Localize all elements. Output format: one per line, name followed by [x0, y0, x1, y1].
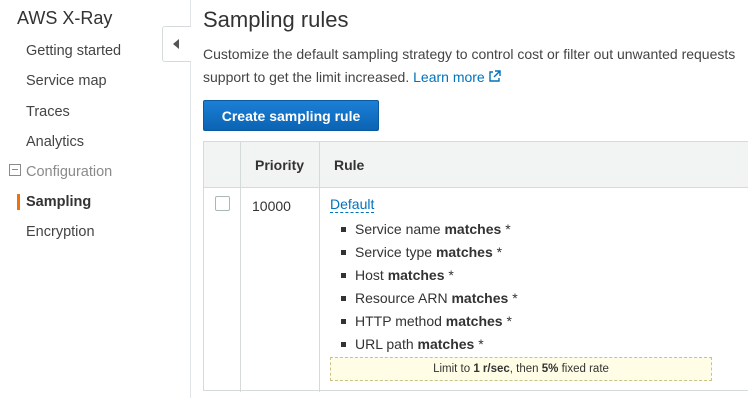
condition-value: *	[448, 267, 454, 283]
condition-value: *	[478, 336, 484, 352]
chevron-left-icon	[173, 39, 179, 49]
bullet-icon	[341, 227, 346, 232]
rule-name-link[interactable]: Default	[330, 196, 375, 213]
list-item: HTTP method matches *	[339, 310, 518, 333]
page-title: Sampling rules	[203, 7, 349, 32]
condition-field: Service type	[355, 244, 433, 260]
priority-cell: 10000	[252, 198, 291, 214]
condition-field: Service name	[355, 221, 441, 237]
condition-field: HTTP method	[355, 313, 442, 329]
condition-operator: matches	[387, 267, 445, 283]
list-item: URL path matches *	[339, 333, 518, 356]
sidebar-item-getting-started[interactable]: Getting started	[26, 43, 121, 59]
column-header-rule[interactable]: Rule	[334, 157, 364, 173]
external-link-icon	[489, 70, 501, 82]
condition-value: *	[496, 244, 503, 260]
rate-limit-note: Limit to 1 r/sec, then 5% fixed rate	[330, 357, 712, 381]
rule-conditions-list: Service name matches * Service type matc…	[339, 218, 518, 356]
description-line-1: Customize the default sampling strategy …	[203, 46, 736, 62]
condition-value: *	[505, 221, 511, 237]
bullet-icon	[341, 273, 346, 278]
condition-operator: matches	[445, 313, 503, 329]
description-line-2-text: support to get the limit increased.	[203, 69, 410, 85]
sidebar-item-service-map[interactable]: Service map	[26, 73, 107, 89]
list-item: Host matches *	[339, 264, 518, 287]
limit-prefix: Limit to	[433, 363, 471, 375]
learn-more-link[interactable]: Learn more	[413, 69, 501, 85]
sidebar-section-configuration[interactable]: Configuration	[26, 164, 112, 180]
condition-operator: matches	[435, 244, 493, 260]
condition-field: URL path	[355, 336, 414, 352]
page-description: Customize the default sampling strategy …	[203, 43, 748, 89]
table-header: Priority Rule	[204, 142, 748, 188]
list-item: Resource ARN matches *	[339, 287, 518, 310]
row-checkbox[interactable]	[215, 196, 230, 211]
bullet-icon	[341, 250, 346, 255]
column-divider	[319, 142, 320, 392]
column-header-priority[interactable]: Priority	[255, 157, 304, 173]
sidebar-item-traces[interactable]: Traces	[26, 104, 70, 120]
collapse-section-icon[interactable]	[9, 164, 21, 176]
condition-field: Host	[355, 267, 384, 283]
condition-field: Resource ARN	[355, 290, 448, 306]
limit-suffix: fixed rate	[561, 363, 609, 375]
condition-operator: matches	[451, 290, 509, 306]
app-title[interactable]: AWS X-Ray	[17, 8, 112, 29]
condition-operator: matches	[417, 336, 475, 352]
sampling-rules-table: Priority Rule 10000 Default Service name…	[203, 141, 748, 392]
sidebar-collapse-button[interactable]	[162, 26, 191, 62]
limit-middle: , then	[509, 363, 539, 375]
sidebar-item-encryption[interactable]: Encryption	[26, 224, 95, 240]
limit-rate: 5%	[541, 363, 559, 375]
condition-value: *	[512, 290, 518, 306]
column-divider	[240, 142, 241, 392]
bullet-icon	[341, 342, 346, 347]
sidebar-item-sampling[interactable]: Sampling	[26, 194, 91, 210]
bullet-icon	[341, 296, 346, 301]
bullet-icon	[341, 319, 346, 324]
limit-reservoir: 1 r/sec	[473, 363, 510, 375]
sidebar-item-analytics[interactable]: Analytics	[26, 134, 84, 150]
condition-operator: matches	[444, 221, 502, 237]
condition-value: *	[506, 313, 512, 329]
description-line-2: support to get the limit increased. Lear…	[203, 66, 748, 89]
list-item: Service type matches *	[339, 241, 518, 264]
active-indicator	[17, 194, 20, 210]
list-item: Service name matches *	[339, 218, 518, 241]
learn-more-label: Learn more	[413, 69, 485, 85]
create-sampling-rule-button[interactable]: Create sampling rule	[203, 100, 379, 131]
